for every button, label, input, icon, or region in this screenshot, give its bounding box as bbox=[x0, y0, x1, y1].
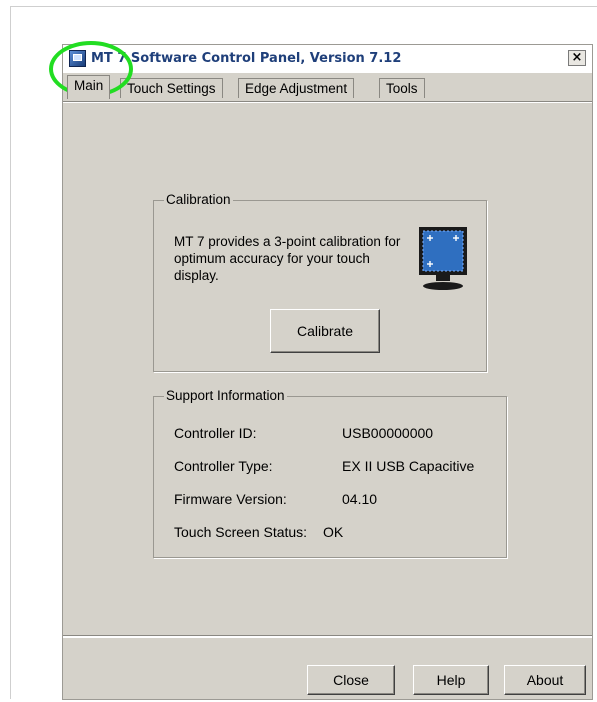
about-button[interactable]: About bbox=[504, 665, 586, 695]
tab-divider bbox=[63, 101, 592, 103]
calibrate-button[interactable]: Calibrate bbox=[270, 309, 380, 353]
tab-main[interactable]: Main bbox=[67, 75, 111, 99]
title-bar: MT 7 Software Control Panel, Version 7.1… bbox=[63, 45, 592, 73]
calibration-group: Calibration MT 7 provides a 3-point cali… bbox=[153, 192, 487, 372]
tab-tools[interactable]: Tools bbox=[379, 78, 425, 98]
close-button[interactable]: Close bbox=[307, 665, 395, 695]
monitor-icon bbox=[419, 227, 467, 290]
calibration-legend: Calibration bbox=[164, 192, 233, 207]
support-info-group: Support Information Controller ID: USB00… bbox=[153, 388, 507, 558]
controller-id-value: USB00000000 bbox=[342, 425, 434, 441]
tab-edge-adjustment[interactable]: Edge Adjustment bbox=[238, 78, 355, 98]
close-icon[interactable]: × bbox=[568, 50, 586, 66]
firmware-version-label: Firmware Version: bbox=[174, 491, 287, 507]
controller-type-label: Controller Type: bbox=[174, 458, 273, 474]
tab-touch-settings[interactable]: Touch Settings bbox=[120, 78, 223, 98]
touch-screen-status-label: Touch Screen Status: bbox=[174, 524, 308, 540]
calibration-description: MT 7 provides a 3-point calibration for … bbox=[174, 234, 401, 283]
footer-divider bbox=[63, 635, 592, 638]
controller-type-value: EX II USB Capacitive bbox=[342, 458, 475, 474]
support-info-legend: Support Information bbox=[164, 388, 287, 403]
control-panel-window: MT 7 Software Control Panel, Version 7.1… bbox=[62, 44, 593, 700]
tab-bar: Main Touch Settings Edge Adjustment Tool… bbox=[63, 75, 592, 99]
firmware-version-value: 04.10 bbox=[342, 491, 378, 507]
help-button[interactable]: Help bbox=[413, 665, 489, 695]
controller-id-label: Controller ID: bbox=[174, 425, 257, 441]
touch-screen-status-value: OK bbox=[323, 524, 344, 540]
window-title: MT 7 Software Control Panel, Version 7.1… bbox=[91, 51, 402, 66]
